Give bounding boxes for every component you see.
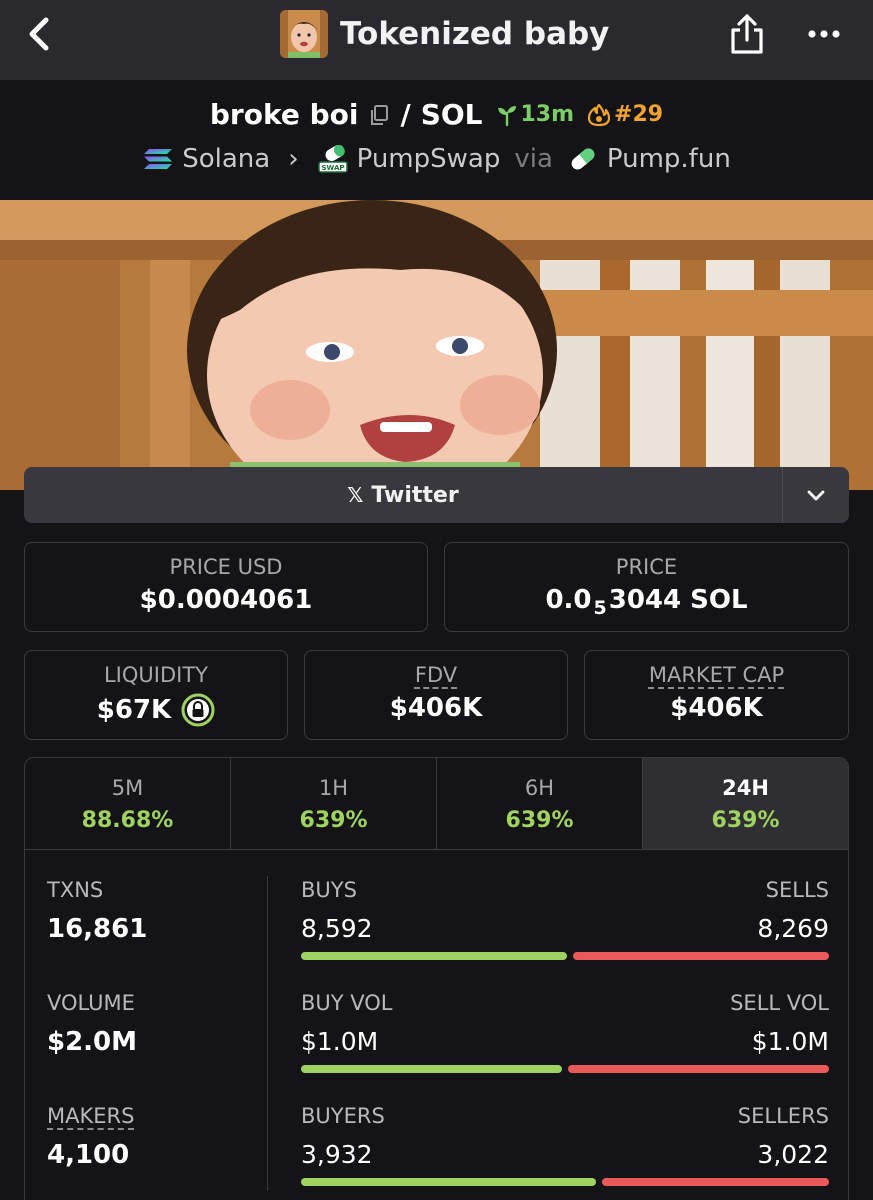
price-change: 639% bbox=[711, 808, 780, 833]
trending-rank[interactable]: #29 bbox=[614, 102, 663, 127]
tab-1h[interactable]: 1H 639% bbox=[231, 758, 437, 849]
pair-header: broke boi / SOL 13m #29 Solana › SWAP Pu… bbox=[0, 80, 873, 200]
copy-icon[interactable] bbox=[368, 104, 390, 126]
pair-line: broke boi / SOL 13m #29 bbox=[0, 98, 873, 131]
price-sol-card: PRICE 0.0 5 3044 SOL bbox=[444, 542, 849, 632]
sell-vol-label: SELL VOL bbox=[730, 991, 829, 1015]
buy-vol-label: BUY VOL bbox=[301, 991, 393, 1015]
price-change: 639% bbox=[505, 808, 574, 833]
page-title-group: Tokenized baby bbox=[280, 10, 609, 58]
price-change: 639% bbox=[299, 808, 368, 833]
launchpad-name[interactable]: Pump.fun bbox=[607, 144, 731, 174]
social-links-bar: 𝕏 Twitter bbox=[24, 467, 849, 523]
makers-stat: MAKERS 4,100 bbox=[47, 1104, 134, 1170]
buyers-sellers-row: BUYERS SELLERS 3,932 3,022 bbox=[301, 1104, 829, 1194]
sellers-bar bbox=[602, 1178, 829, 1186]
x-logo-icon: 𝕏 bbox=[347, 483, 364, 507]
base-token-name[interactable]: broke boi bbox=[210, 98, 359, 131]
dex-name[interactable]: PumpSwap bbox=[357, 144, 501, 174]
svg-text:SWAP: SWAP bbox=[321, 164, 344, 172]
pair-age: 13m bbox=[520, 102, 575, 127]
liquidity-value: $67K bbox=[25, 693, 287, 727]
lock-icon[interactable] bbox=[181, 693, 215, 727]
makers-value: 4,100 bbox=[47, 1140, 130, 1170]
chevron-right-icon: › bbox=[288, 144, 299, 174]
more-button[interactable] bbox=[804, 20, 844, 48]
sells-value: 8,269 bbox=[757, 914, 829, 943]
buy-vol-bar bbox=[301, 1065, 562, 1073]
tab-label: 6H bbox=[524, 776, 555, 800]
buyers-label: BUYERS bbox=[301, 1104, 385, 1128]
flame-icon bbox=[588, 103, 611, 126]
sells-label: SELLS bbox=[765, 878, 829, 902]
quote-token-name: SOL bbox=[420, 98, 483, 131]
share-button[interactable] bbox=[727, 12, 767, 56]
fdv-card: FDV $406K bbox=[304, 650, 568, 740]
buys-bar bbox=[301, 952, 567, 960]
page-title: Tokenized baby bbox=[340, 16, 610, 52]
token-avatar bbox=[280, 10, 328, 58]
pumpswap-icon: SWAP bbox=[317, 145, 348, 173]
timeframe-panel: 5M 88.68% 1H 639% 6H 639% 24H 639% TXNS … bbox=[24, 757, 849, 1200]
price-sol-label: PRICE bbox=[615, 555, 678, 579]
tab-5m[interactable]: 5M 88.68% bbox=[25, 758, 231, 849]
buys-label: BUYS bbox=[301, 878, 357, 902]
social-dropdown-button[interactable] bbox=[782, 467, 849, 523]
buys-sells-row: BUYS SELLS 8,592 8,269 bbox=[301, 878, 829, 968]
liquidity-label: LIQUIDITY bbox=[103, 663, 208, 687]
sellers-label: SELLERS bbox=[737, 1104, 829, 1128]
market-cap-card: MARKET CAP $406K bbox=[584, 650, 849, 740]
txns-label: TXNS bbox=[47, 878, 104, 902]
txns-value: 16,861 bbox=[47, 914, 148, 944]
sprout-icon bbox=[497, 105, 516, 126]
sellers-value: 3,022 bbox=[757, 1140, 829, 1169]
volume-stat: VOLUME $2.0M bbox=[47, 991, 137, 1057]
tab-6h[interactable]: 6H 639% bbox=[437, 758, 643, 849]
twitter-label: Twitter bbox=[371, 482, 459, 508]
pumpfun-pill-icon bbox=[571, 148, 595, 170]
chevron-down-icon bbox=[807, 490, 825, 501]
price-usd-card: PRICE USD $0.0004061 bbox=[24, 542, 428, 632]
fdv-label[interactable]: FDV bbox=[305, 663, 567, 687]
pair-separator: / bbox=[400, 98, 411, 131]
timeframe-tabs: 5M 88.68% 1H 639% 6H 639% 24H 639% bbox=[25, 758, 848, 850]
twitter-button[interactable]: 𝕏 Twitter bbox=[24, 467, 782, 523]
buyers-bar bbox=[301, 1178, 596, 1186]
market-cap-label[interactable]: MARKET CAP bbox=[585, 663, 848, 687]
back-button[interactable] bbox=[22, 14, 58, 54]
buy-sell-volume-row: BUY VOL SELL VOL $1.0M $1.0M bbox=[301, 991, 829, 1081]
market-cap-value: $406K bbox=[670, 693, 763, 723]
price-sol-value: 0.0 5 3044 SOL bbox=[545, 585, 748, 619]
makers-label[interactable]: MAKERS bbox=[47, 1104, 134, 1128]
chain-name[interactable]: Solana bbox=[182, 144, 270, 174]
sell-vol-bar bbox=[568, 1065, 829, 1073]
price-change: 88.68% bbox=[81, 808, 174, 833]
via-label: via bbox=[514, 144, 553, 174]
chevron-left-icon bbox=[29, 17, 49, 51]
liquidity-card: LIQUIDITY $67K bbox=[24, 650, 288, 740]
tab-label: 5M bbox=[111, 776, 144, 800]
column-divider bbox=[267, 876, 268, 1191]
price-usd-value: $0.0004061 bbox=[139, 585, 313, 615]
tab-24h[interactable]: 24H 639% bbox=[643, 758, 848, 849]
fdv-value: $406K bbox=[389, 693, 483, 723]
buy-vol-value: $1.0M bbox=[301, 1027, 379, 1056]
volume-value: $2.0M bbox=[47, 1027, 138, 1057]
buys-value: 8,592 bbox=[301, 914, 373, 943]
top-bar: Tokenized baby bbox=[0, 0, 873, 80]
share-icon bbox=[731, 14, 763, 54]
token-banner-image bbox=[0, 200, 873, 490]
tab-label: 24H bbox=[722, 776, 769, 800]
volume-label: VOLUME bbox=[47, 991, 135, 1015]
tab-label: 1H bbox=[318, 776, 349, 800]
sells-bar bbox=[573, 952, 829, 960]
chain-breadcrumb: Solana › SWAP PumpSwap via Pump.fun bbox=[0, 144, 873, 174]
price-usd-label: PRICE USD bbox=[169, 555, 283, 579]
buyers-value: 3,932 bbox=[301, 1140, 373, 1169]
txns-stat: TXNS 16,861 bbox=[47, 878, 147, 944]
solana-icon bbox=[144, 149, 173, 169]
more-dots-icon bbox=[808, 30, 840, 38]
sell-vol-value: $1.0M bbox=[751, 1027, 829, 1056]
